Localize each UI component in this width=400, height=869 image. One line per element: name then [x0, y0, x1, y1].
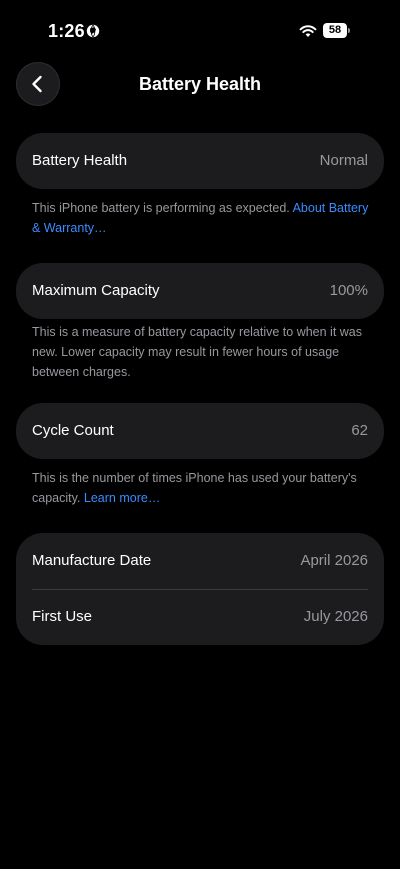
- maximum-capacity-value: 100%: [329, 282, 368, 299]
- page-title: Battery Health: [138, 74, 262, 94]
- manufacture-date-label: Manufacture Date: [32, 552, 152, 569]
- battery-health-value: Normal: [319, 152, 368, 169]
- battery-health-card: Battery Health Normal: [16, 133, 384, 189]
- manufacture-date-row: Manufacture Date April 2026: [16, 533, 384, 589]
- battery-level: 58: [328, 24, 342, 36]
- cycle-count-label: Cycle Count: [32, 422, 114, 439]
- battery-health-footnote: This iPhone battery is performing as exp…: [32, 198, 376, 238]
- cycle-count-footnote: This is the number of times iPhone has u…: [32, 468, 376, 508]
- maximum-capacity-card: Maximum Capacity 100%: [16, 263, 384, 319]
- maximum-capacity-label: Maximum Capacity: [32, 282, 160, 299]
- maximum-capacity-footnote-text: This is a measure of battery capacity re…: [32, 325, 363, 379]
- first-use-row: First Use July 2026: [16, 589, 384, 645]
- battery-health-footnote-text: This iPhone battery is performing as exp…: [32, 201, 290, 215]
- battery-cap: [348, 28, 350, 33]
- first-use-value: July 2026: [303, 608, 368, 625]
- battery-health-label: Battery Health: [32, 152, 128, 169]
- learn-more-link[interactable]: Learn more…: [84, 491, 160, 505]
- wifi-icon: [299, 24, 317, 38]
- manufacture-date-value: April 2026: [300, 552, 368, 569]
- location-globe-icon: [86, 24, 100, 38]
- dates-card: Manufacture Date April 2026 First Use Ju…: [16, 533, 384, 645]
- cycle-count-row: Cycle Count 62: [16, 403, 384, 459]
- battery-icon: 58: [323, 23, 352, 39]
- cycle-count-card: Cycle Count 62: [16, 403, 384, 459]
- battery-health-row: Battery Health Normal: [16, 133, 384, 189]
- maximum-capacity-footnote: This is a measure of battery capacity re…: [32, 322, 376, 382]
- cycle-count-footnote-text: This is the number of times iPhone has u…: [32, 471, 357, 505]
- first-use-label: First Use: [32, 608, 92, 625]
- cycle-count-value: 62: [351, 422, 368, 439]
- status-bar: 1:26 58: [0, 0, 400, 60]
- maximum-capacity-row: Maximum Capacity 100%: [16, 263, 384, 319]
- status-time: 1:26: [48, 21, 85, 41]
